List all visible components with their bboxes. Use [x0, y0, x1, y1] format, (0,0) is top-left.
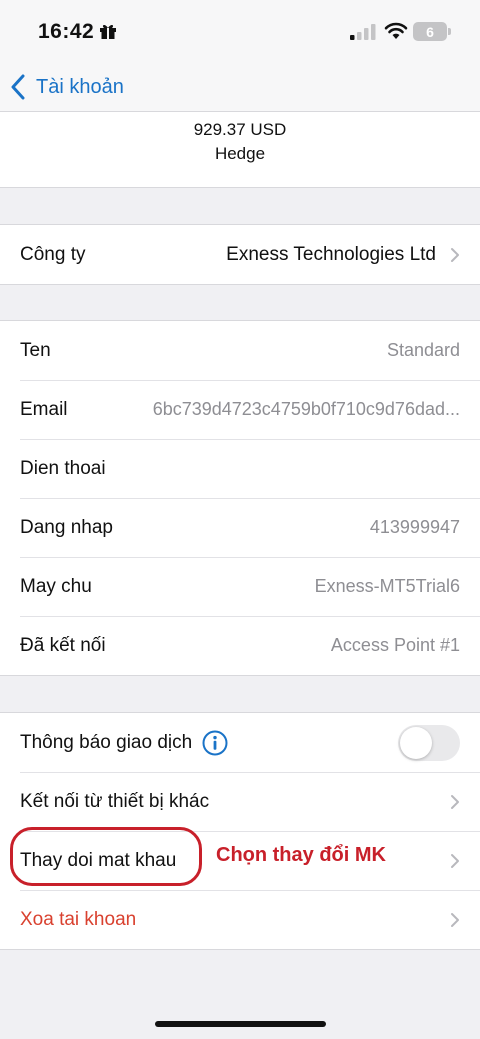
- phone-label: Dien thoai: [20, 457, 106, 479]
- toggle-knob: [400, 726, 432, 759]
- cellular-signal-icon: [350, 24, 376, 40]
- detail-row-phone: Dien thoai: [0, 439, 480, 498]
- company-group: Công ty Exness Technologies Ltd: [0, 224, 480, 285]
- name-label: Ten: [20, 339, 51, 361]
- change-password-label: Thay doi mat khau: [20, 849, 177, 871]
- trade-notifications-toggle[interactable]: [398, 724, 460, 761]
- chevron-right-icon: [451, 853, 459, 868]
- login-label: Dang nhap: [20, 516, 113, 538]
- server-value: Exness-MT5Trial6: [314, 576, 460, 596]
- trade-notifications-row: Thông báo giao dịch: [0, 713, 480, 772]
- company-label: Công ty: [20, 243, 86, 265]
- balance-amount: 929.37 USD: [193, 120, 287, 139]
- connect-other-device-row[interactable]: Kết nối từ thiết bị khác: [0, 772, 480, 831]
- server-label: May chu: [20, 575, 92, 597]
- account-details-group: Ten Standard Email 6bc739d4723c4759b0f71…: [0, 320, 480, 676]
- chevron-left-icon: [11, 74, 25, 100]
- navigation-bar: Tài khoản: [0, 62, 480, 112]
- info-icon[interactable]: [202, 730, 228, 756]
- battery-level: 6: [426, 23, 434, 40]
- connection-label: Đã kết nối: [20, 634, 106, 656]
- account-screen: 16:42 6 Tài khoản 929.37 USD Hedge Công …: [0, 0, 480, 1039]
- delete-account-row[interactable]: Xoa tai khoan: [0, 890, 480, 949]
- detail-row-name: Ten Standard: [0, 321, 480, 380]
- balance-block: 929.37 USD Hedge: [0, 112, 480, 188]
- chevron-right-icon: [451, 794, 459, 809]
- connection-value: Access Point #1: [330, 635, 460, 655]
- battery-cap: [448, 28, 451, 35]
- detail-row-connection: Đã kết nối Access Point #1: [0, 616, 480, 675]
- home-indicator[interactable]: [155, 1021, 326, 1027]
- back-button[interactable]: Tài khoản: [10, 68, 124, 106]
- login-value: 413999947: [369, 517, 460, 537]
- chevron-right-icon: [451, 247, 459, 262]
- annotation-text: Chọn thay đổi MK: [216, 844, 386, 866]
- status-time: 16:42: [38, 20, 95, 43]
- account-actions-group: Thông báo giao dịch Kết nối từ thiết bị …: [0, 712, 480, 950]
- company-row[interactable]: Công ty Exness Technologies Ltd: [0, 225, 480, 284]
- email-value: 6bc739d4723c4759b0f710c9d76dad...: [152, 399, 460, 419]
- status-bar: 16:42 6: [0, 0, 480, 62]
- company-value: Exness Technologies Ltd: [226, 243, 436, 265]
- account-mode: Hedge: [214, 144, 266, 163]
- delete-account-label: Xoa tai khoan: [20, 908, 137, 930]
- name-value: Standard: [386, 340, 460, 360]
- connect-other-device-label: Kết nối từ thiết bị khác: [20, 790, 210, 812]
- wifi-icon: [384, 22, 408, 39]
- gift-icon: [100, 24, 116, 39]
- detail-row-server: May chu Exness-MT5Trial6: [0, 557, 480, 616]
- detail-row-login: Dang nhap 413999947: [0, 498, 480, 557]
- trade-notifications-label: Thông báo giao dịch: [20, 731, 193, 753]
- back-label: Tài khoản: [36, 75, 124, 98]
- battery-icon: 6: [413, 22, 447, 41]
- email-label: Email: [20, 398, 68, 420]
- detail-row-email: Email 6bc739d4723c4759b0f710c9d76dad...: [0, 380, 480, 439]
- chevron-right-icon: [451, 912, 459, 927]
